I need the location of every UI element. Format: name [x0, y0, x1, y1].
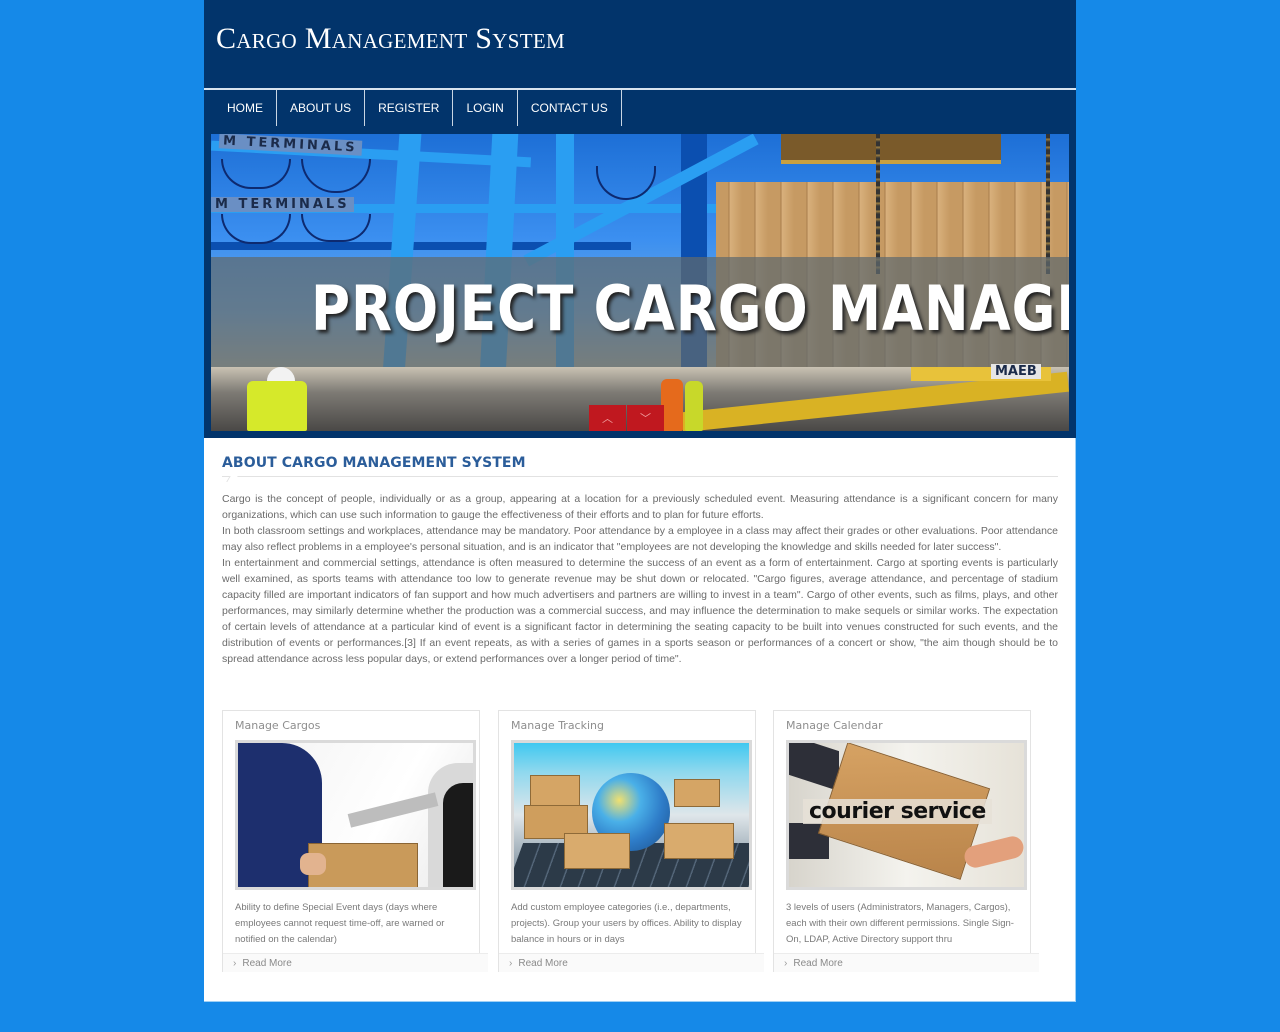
card-title: Manage Tracking — [511, 719, 604, 732]
crane-cable — [221, 214, 291, 244]
nav-item-login[interactable]: LOGIN — [453, 90, 518, 126]
heading-divider — [222, 476, 1058, 477]
worker-helmet — [267, 367, 295, 381]
slider-next-button[interactable]: ﹀ — [627, 405, 664, 431]
crane-cable — [221, 159, 291, 189]
main-nav: HOME ABOUT US REGISTER LOGIN CONTACT US — [204, 90, 622, 126]
about-text: Cargo is the concept of people, individu… — [222, 491, 1058, 667]
lifting-frame — [781, 134, 1001, 164]
card-image-manage-calendar: courier service — [786, 740, 1027, 890]
worker-green-vest — [685, 381, 703, 431]
read-more-label: Read More — [793, 957, 843, 969]
heading-divider-notch — [226, 476, 238, 482]
crane-cable — [301, 159, 371, 193]
card-image-manage-cargos — [235, 740, 476, 890]
card-description: Ability to define Special Event days (da… — [235, 902, 445, 945]
clipboard — [347, 792, 439, 828]
chevron-down-icon: ﹀ — [640, 413, 651, 425]
nav-item-about-us[interactable]: ABOUT US — [277, 90, 366, 126]
card-description: 3 levels of users (Administrators, Manag… — [786, 902, 1014, 945]
read-more-link[interactable]: › Read More — [774, 953, 1039, 972]
card-description: Add custom employee categories (i.e., de… — [511, 902, 742, 945]
cardboard-box — [674, 779, 720, 807]
nav-item-contact-us[interactable]: CONTACT US — [518, 90, 622, 126]
card-title: Manage Calendar — [786, 719, 883, 732]
about-paragraph: In entertainment and commercial settings… — [222, 557, 1058, 665]
chevron-up-icon: ︿ — [602, 413, 613, 425]
about-paragraph: Cargo is the concept of people, individu… — [222, 493, 1058, 521]
page-container: Cargo Management System HOME ABOUT US RE… — [204, 0, 1076, 1002]
cardboard-box — [664, 823, 734, 859]
banner-headline: PROJECT CARGO MANAGE — [311, 272, 1069, 345]
feature-card-manage-tracking: Manage Tracking Add custom employee cate… — [498, 710, 764, 972]
about-heading: ABOUT CARGO MANAGEMENT SYSTEM — [222, 455, 526, 471]
hand — [300, 853, 326, 875]
lifting-chain — [1046, 134, 1050, 274]
slider-prev-button[interactable]: ︿ — [589, 405, 626, 431]
courier-service-caption: courier service — [803, 799, 992, 824]
read-more-link[interactable]: › Read More — [499, 953, 764, 972]
ship-label: MAEB — [991, 364, 1041, 379]
nav-item-home[interactable]: HOME — [204, 90, 277, 126]
cardboard-box — [530, 775, 580, 807]
chevron-right-icon: › — [233, 957, 237, 969]
sleeve — [789, 743, 839, 792]
terminal-sign: M TERMINALS — [211, 197, 354, 212]
feature-card-manage-calendar: Manage Calendar courier service 3 levels… — [773, 710, 1039, 972]
about-paragraph: In both classroom settings and workplace… — [222, 525, 1058, 553]
slider-controls: ︿ ﹀ — [589, 405, 665, 431]
lifting-chain — [876, 134, 880, 274]
worker-safety-vest — [247, 381, 307, 431]
card-title: Manage Cargos — [235, 719, 321, 732]
read-more-link[interactable]: › Read More — [223, 953, 488, 972]
read-more-label: Read More — [242, 957, 292, 969]
chevron-right-icon: › — [784, 957, 788, 969]
card-image-manage-tracking — [511, 740, 752, 890]
cardboard-box — [564, 833, 630, 869]
chevron-right-icon: › — [509, 957, 513, 969]
feature-card-manage-cargos: Manage Cargos Ability to define Special … — [222, 710, 488, 972]
site-header: Cargo Management System HOME ABOUT US RE… — [204, 0, 1076, 438]
hero-slider: M TERMINALS M TERMINALS MAEB PROJECT CAR… — [211, 134, 1069, 431]
van-interior — [443, 783, 473, 887]
site-title: Cargo Management System — [216, 22, 565, 55]
nav-item-register[interactable]: REGISTER — [365, 90, 454, 126]
crane-cable — [301, 214, 371, 242]
read-more-label: Read More — [518, 957, 568, 969]
